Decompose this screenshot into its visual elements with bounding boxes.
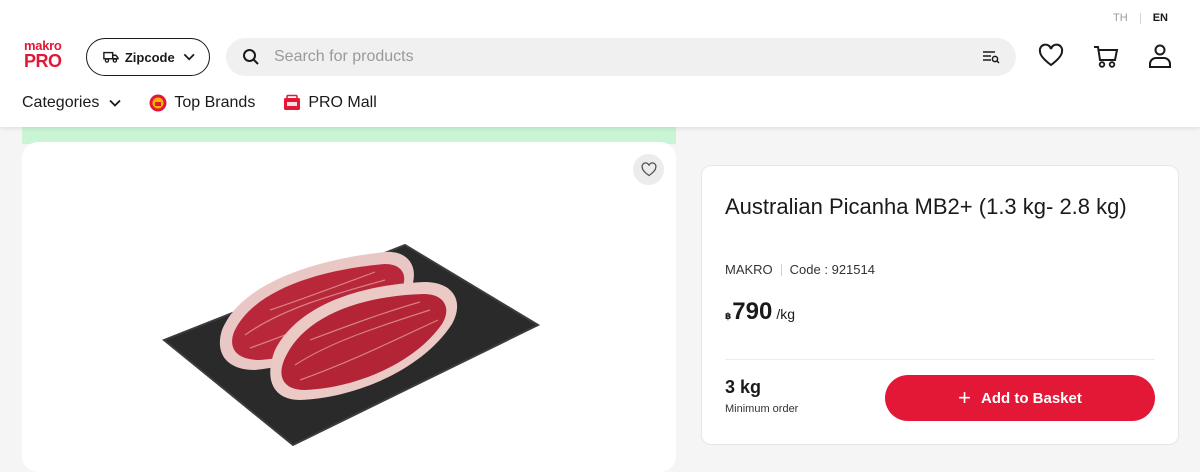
heart-icon xyxy=(641,162,656,177)
language-th[interactable]: TH xyxy=(1113,12,1128,24)
top-brands-label: Top Brands xyxy=(174,94,256,111)
search-icon[interactable] xyxy=(242,48,260,66)
wishlist-button[interactable] xyxy=(633,154,664,185)
chevron-down-icon xyxy=(183,53,195,61)
heart-icon[interactable] xyxy=(1037,42,1065,70)
filter-icon[interactable] xyxy=(982,50,1000,64)
zipcode-label: Zipcode xyxy=(124,49,175,65)
language-en[interactable]: EN xyxy=(1153,12,1168,24)
product-title: Australian Picanha MB2+ (1.3 kg- 2.8 kg) xyxy=(725,194,1127,219)
user-icon[interactable] xyxy=(1146,42,1174,70)
panel-divider xyxy=(725,359,1155,360)
sub-navigation: Categories Top Brands PRO Mall xyxy=(22,94,405,112)
search-input[interactable] xyxy=(274,48,982,66)
language-divider xyxy=(1139,12,1141,24)
product-image xyxy=(162,243,540,447)
truck-icon xyxy=(103,51,119,63)
product-code: Code : 921514 xyxy=(789,262,875,277)
makro-pro-logo[interactable]: makro PRO xyxy=(24,39,70,71)
price-amount: 790 xyxy=(732,298,773,325)
header: TH EN makro PRO Zipcode Search for produ… xyxy=(0,0,1200,127)
pro-mall-link[interactable]: PRO Mall xyxy=(283,94,377,112)
chevron-down-icon xyxy=(109,99,122,107)
plus-icon: + xyxy=(958,385,971,410)
search-bar xyxy=(226,38,1016,76)
minimum-order-quantity: 3 kg xyxy=(725,377,762,397)
price-unit: /kg xyxy=(776,306,795,322)
minimum-order-label: Minimum order xyxy=(725,403,799,415)
top-brands-link[interactable]: Top Brands xyxy=(149,94,255,112)
pro-mall-label: PRO Mall xyxy=(308,94,377,111)
cart-icon[interactable] xyxy=(1092,42,1120,70)
price-currency: ฿ xyxy=(725,311,732,321)
zipcode-button[interactable]: Zipcode xyxy=(86,38,210,76)
product-meta: MAKRO Code : 921514 xyxy=(725,262,875,277)
product-price: ฿ 790 /kg xyxy=(725,298,795,326)
add-to-basket-label: Add to Basket xyxy=(981,389,1082,407)
categories-menu[interactable]: Categories xyxy=(22,94,122,112)
categories-label: Categories xyxy=(22,94,100,111)
pro-mall-icon xyxy=(284,94,301,110)
logo-line2: PRO xyxy=(24,51,62,71)
add-to-basket-button[interactable]: + Add to Basket xyxy=(885,375,1155,421)
product-brand[interactable]: MAKRO xyxy=(725,262,773,277)
language-switcher: TH EN xyxy=(1113,12,1168,24)
top-brands-icon xyxy=(149,94,167,112)
meta-divider xyxy=(780,263,782,276)
product-info-panel: Australian Picanha MB2+ (1.3 kg- 2.8 kg)… xyxy=(701,165,1179,445)
